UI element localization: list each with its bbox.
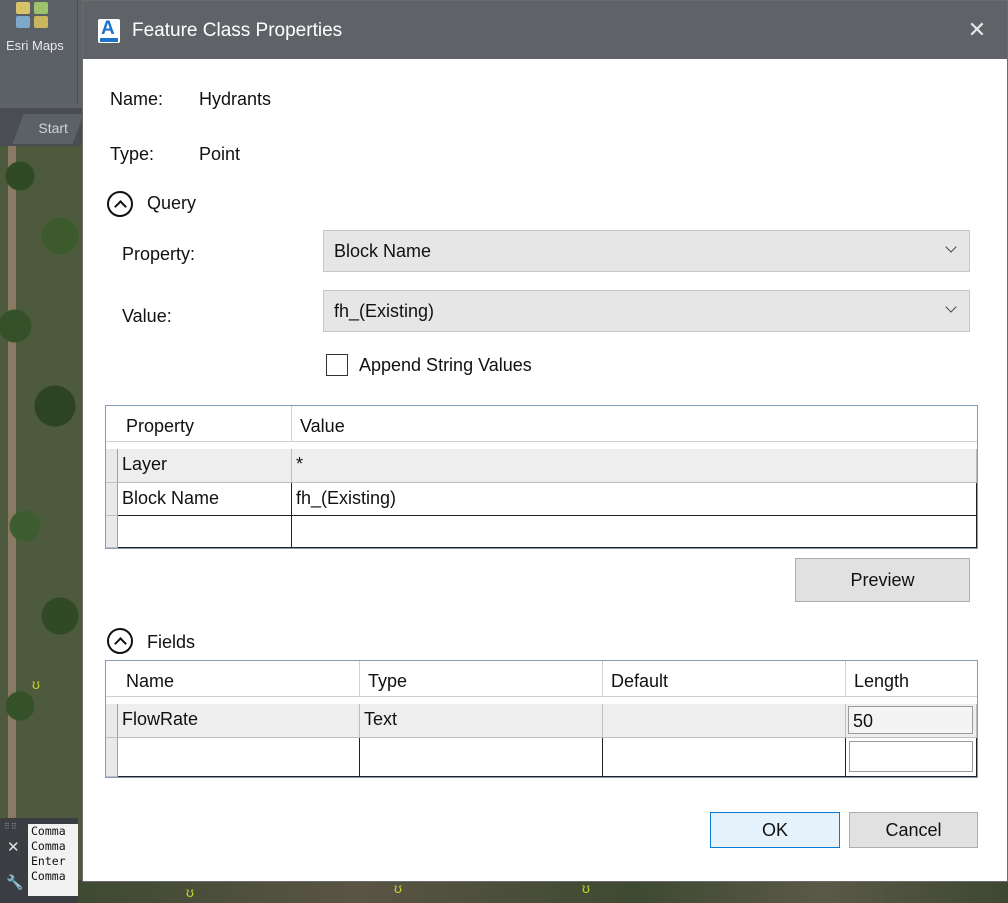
esri-maps-icon xyxy=(16,0,56,32)
command-history: Comma Comma Enter Comma xyxy=(28,824,78,896)
wrench-icon[interactable]: 🔧 xyxy=(6,874,23,891)
name-label: Name: xyxy=(110,89,164,109)
ok-button[interactable]: OK xyxy=(710,812,840,848)
length-input[interactable] xyxy=(849,741,973,772)
type-value: Point xyxy=(199,144,241,164)
esri-maps-button[interactable]: Esri Maps xyxy=(0,0,78,104)
fields-table-header: Name Type Default Length xyxy=(106,661,977,697)
query-cell-value[interactable]: fh_(Existing) xyxy=(292,483,977,516)
property-dropdown-value: Block Name xyxy=(334,241,432,261)
feature-class-properties-dialog: A Feature Class Properties ✕ Name: Hydra… xyxy=(82,0,1008,882)
close-icon[interactable]: ✕ xyxy=(963,17,991,45)
hydrant-symbol: ʊ xyxy=(186,884,194,900)
fields-cell-name[interactable] xyxy=(118,738,360,777)
fields-collapse-icon[interactable] xyxy=(107,628,133,654)
start-tab[interactable]: Start xyxy=(12,114,84,144)
query-table-header: Property Value xyxy=(106,406,977,442)
fields-table: Name Type Default Length FlowRate Text 5… xyxy=(105,660,978,778)
fields-col-type[interactable]: Type xyxy=(360,661,603,697)
hydrant-symbol: ʊ xyxy=(394,880,402,896)
hydrant-symbol: ʊ xyxy=(32,676,40,692)
query-col-value[interactable]: Value xyxy=(292,406,977,442)
autocad-app-icon: A xyxy=(98,18,120,43)
fields-col-name[interactable]: Name xyxy=(118,661,360,697)
preview-button[interactable]: Preview xyxy=(795,558,970,602)
query-cell-property[interactable]: Layer xyxy=(118,449,292,483)
chevron-down-icon xyxy=(945,241,957,253)
start-tab-label: Start xyxy=(38,120,68,136)
query-cell-value[interactable]: * xyxy=(292,449,977,483)
append-string-values-checkbox[interactable] xyxy=(326,354,348,376)
query-cell-property[interactable] xyxy=(118,516,292,548)
query-collapse-icon[interactable] xyxy=(107,191,133,217)
value-dropdown[interactable]: fh_(Existing) xyxy=(323,290,970,332)
fields-cell-name[interactable]: FlowRate xyxy=(118,704,360,738)
fields-cell-length[interactable]: 50 xyxy=(846,704,977,738)
query-cell-property[interactable]: Block Name xyxy=(118,483,292,516)
row-selector[interactable] xyxy=(106,516,118,548)
value-dropdown-value: fh_(Existing) xyxy=(334,301,435,321)
command-line: Comma xyxy=(31,824,66,838)
fields-col-default[interactable]: Default xyxy=(603,661,846,697)
hydrant-symbol: ʊ xyxy=(582,880,590,896)
query-cell-value[interactable] xyxy=(292,516,977,548)
fields-cell-type[interactable] xyxy=(360,738,603,777)
row-selector[interactable] xyxy=(106,449,118,483)
value-label: Value: xyxy=(122,306,172,326)
type-label: Type: xyxy=(110,144,155,164)
property-dropdown[interactable]: Block Name xyxy=(323,230,970,272)
grip-icon[interactable]: ⠿⠿ xyxy=(4,822,18,831)
length-input[interactable]: 50 xyxy=(848,706,973,734)
fields-cell-default[interactable] xyxy=(603,704,846,738)
cancel-button[interactable]: Cancel xyxy=(849,812,978,848)
row-selector[interactable] xyxy=(106,704,118,738)
fields-cell-default[interactable] xyxy=(603,738,846,777)
fields-cell-type[interactable]: Text xyxy=(360,704,603,738)
command-line-panel: ⠿⠿ ✕ 🔧 Comma Comma Enter Comma xyxy=(0,818,78,903)
query-table: Property Value Layer * Block Name fh_(Ex… xyxy=(105,405,978,549)
name-value: Hydrants xyxy=(199,89,272,109)
row-selector[interactable] xyxy=(106,483,118,516)
row-selector[interactable] xyxy=(106,738,118,777)
fields-section-label[interactable]: Fields xyxy=(147,632,195,653)
fields-col-length[interactable]: Length xyxy=(846,661,977,697)
map-canvas[interactable] xyxy=(0,146,90,903)
append-string-values-label[interactable]: Append String Values xyxy=(359,355,532,376)
query-col-property[interactable]: Property xyxy=(118,406,292,442)
command-line: Comma xyxy=(31,869,66,883)
chevron-down-icon xyxy=(945,301,957,313)
map-canvas-strip[interactable] xyxy=(78,880,1008,903)
command-line: Enter xyxy=(31,854,66,868)
property-label: Property: xyxy=(122,244,196,264)
close-icon[interactable]: ✕ xyxy=(7,838,20,856)
esri-maps-label: Esri Maps xyxy=(6,38,64,53)
fields-cell-length[interactable] xyxy=(846,738,977,777)
command-line: Comma xyxy=(31,839,66,853)
dialog-titlebar[interactable]: A Feature Class Properties ✕ xyxy=(83,1,1007,59)
query-section-label[interactable]: Query xyxy=(147,193,196,214)
dialog-title: Feature Class Properties xyxy=(132,20,343,41)
